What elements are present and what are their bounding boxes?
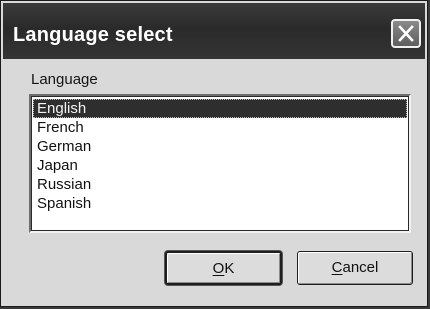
list-item-french[interactable]: French: [33, 118, 407, 137]
title-bar[interactable]: Language select: [3, 3, 425, 59]
ok-label-rest: K: [224, 260, 235, 277]
dialog-title: Language select: [13, 24, 173, 46]
language-listbox[interactable]: English French German Japan Russian Span…: [29, 94, 411, 233]
cancel-button[interactable]: Cancel: [297, 251, 413, 285]
list-item-spanish[interactable]: Spanish: [33, 194, 407, 213]
language-label: Language: [31, 71, 98, 88]
close-button[interactable]: [391, 19, 421, 48]
language-select-dialog: Language select Language English French …: [0, 0, 428, 307]
cancel-label-rest: ancel: [342, 259, 379, 276]
list-item-english[interactable]: English: [33, 99, 407, 118]
cancel-mnemonic: C: [331, 259, 343, 276]
list-item-japan[interactable]: Japan: [33, 156, 407, 175]
ok-mnemonic: O: [212, 260, 225, 277]
list-item-german[interactable]: German: [33, 137, 407, 156]
ok-button[interactable]: OK: [165, 251, 282, 285]
list-item-russian[interactable]: Russian: [33, 175, 407, 194]
